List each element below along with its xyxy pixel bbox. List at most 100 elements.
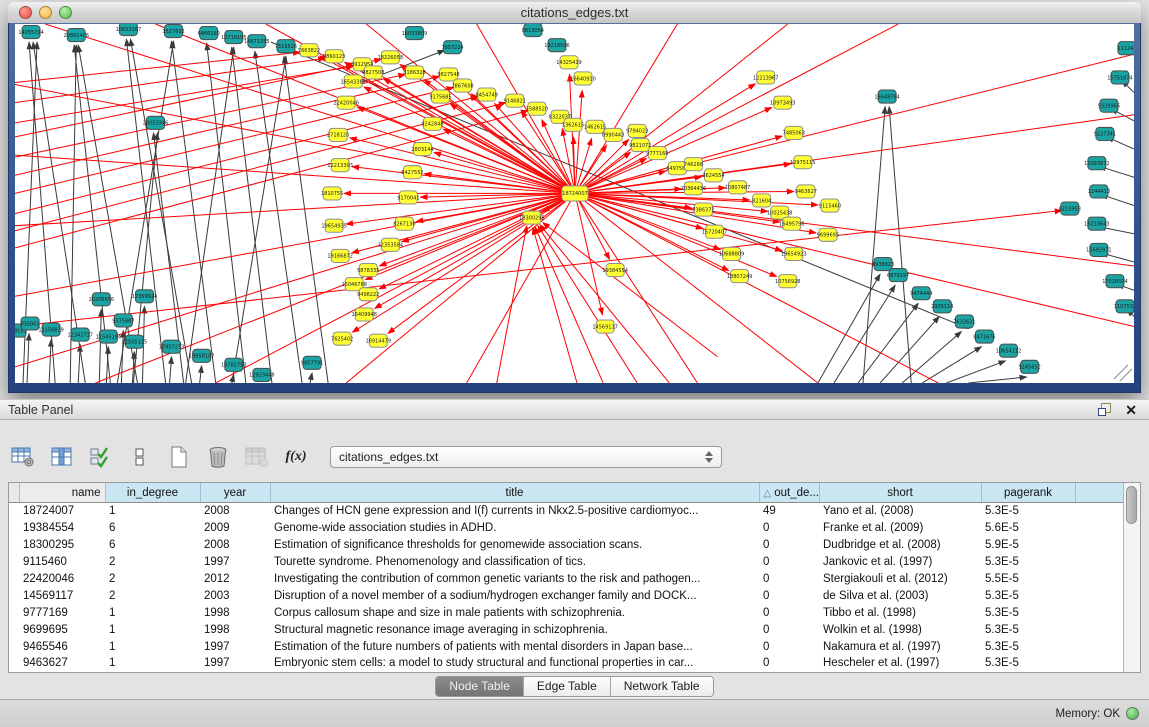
graph-node[interactable]: 16409948 xyxy=(352,308,377,321)
cell-year[interactable]: 2008 xyxy=(200,503,270,520)
cell-indegree[interactable]: 2 xyxy=(105,587,200,604)
graph-node[interactable]: 8990443 xyxy=(602,128,624,141)
close-panel-icon[interactable]: ✕ xyxy=(1125,403,1137,417)
graph-node[interactable]: 9115460 xyxy=(819,199,841,212)
graph-node[interactable]: 10653267 xyxy=(116,24,141,36)
cell-name[interactable]: 9115460 xyxy=(19,554,105,571)
graph-node[interactable]: 1244413 xyxy=(1088,185,1110,198)
column-header-year[interactable]: year xyxy=(200,483,270,503)
graph-node[interactable]: 2718120 xyxy=(327,128,349,141)
graph-node[interactable]: 19166872 xyxy=(327,249,352,262)
graph-node[interactable]: 1362615 xyxy=(562,118,584,131)
graph-node[interactable]: 10807487 xyxy=(725,181,750,194)
graph-node[interactable]: 7857224 xyxy=(441,41,463,54)
cell-pagerank[interactable]: 5.9E-5 xyxy=(981,537,1075,554)
graph-node[interactable]: 1527602 xyxy=(162,25,184,38)
graph-node[interactable]: 12975115 xyxy=(790,156,815,169)
graph-node[interactable]: 1588520 xyxy=(526,102,548,115)
graph-node[interactable]: 9375887 xyxy=(112,314,134,327)
graph-node[interactable]: 7515526 xyxy=(275,40,297,53)
graph-node[interactable]: 9170041 xyxy=(397,191,419,204)
graph-node[interactable]: 10719155 xyxy=(221,31,246,44)
cell-short[interactable]: Jankovic et al. (1997) xyxy=(819,554,981,571)
graph-node[interactable]: 8427552 xyxy=(401,166,423,179)
cell-pagerank[interactable]: 5.3E-5 xyxy=(981,503,1075,520)
graph-node[interactable]: 8471676 xyxy=(973,330,995,343)
scrollbar-thumb[interactable] xyxy=(1126,486,1137,524)
graph-node[interactable]: 5878335 xyxy=(357,264,379,277)
graph-node[interactable]: 9699695 xyxy=(817,228,839,241)
graph-node[interactable]: 18300295 xyxy=(519,211,544,224)
cell-title[interactable]: Changes of HCN gene expression and I(f) … xyxy=(270,503,759,520)
zoom-window-button[interactable] xyxy=(59,6,72,19)
cell-indegree[interactable]: 1 xyxy=(105,638,200,655)
graph-node[interactable]: 6879197 xyxy=(887,269,909,282)
graph-node[interactable]: 12213967 xyxy=(753,71,778,84)
graph-node[interactable]: 16495796 xyxy=(779,217,804,230)
cell-title[interactable]: Estimation of significance thresholds fo… xyxy=(270,537,759,554)
graph-node[interactable]: 7625402 xyxy=(331,332,353,345)
cell-pagerank[interactable]: 5.5E-5 xyxy=(981,571,1075,588)
tab-node-table[interactable]: Node Table xyxy=(436,677,524,696)
cell-indegree[interactable]: 1 xyxy=(105,503,200,520)
cell-outde[interactable]: 0 xyxy=(759,604,819,621)
cell-short[interactable]: Wolkin et al. (1998) xyxy=(819,621,981,638)
window-titlebar[interactable]: citations_edges.txt xyxy=(8,2,1141,24)
graph-node[interactable]: 8186328 xyxy=(403,66,425,79)
graph-node[interactable]: 12213393 xyxy=(327,159,352,172)
graph-node[interactable]: 9474444 xyxy=(910,287,932,300)
graph-node[interactable]: 15692971 xyxy=(1086,243,1111,256)
cell-year[interactable]: 1998 xyxy=(200,621,270,638)
graph-node[interactable]: 18226058 xyxy=(378,51,403,64)
cell-name[interactable]: 9465546 xyxy=(19,638,105,655)
graph-node[interactable]: 8454749 xyxy=(476,88,498,101)
cell-pagerank[interactable]: 5.3E-5 xyxy=(981,554,1075,571)
graph-node[interactable]: 14325419 xyxy=(556,56,581,69)
graph-node[interactable]: 2867608 xyxy=(451,79,473,92)
cell-pagerank[interactable]: 5.3E-5 xyxy=(981,655,1075,672)
cell-year[interactable]: 2003 xyxy=(200,587,270,604)
graph-node[interactable]: 7485063 xyxy=(783,126,805,139)
graph-node[interactable]: 8267130 xyxy=(393,217,415,230)
cell-short[interactable]: Hescheler et al. (1997) xyxy=(819,655,981,672)
graph-node[interactable]: 7663822 xyxy=(298,44,320,57)
cell-year[interactable]: 1997 xyxy=(200,638,270,655)
graph-node[interactable]: 14569117 xyxy=(592,320,617,333)
graph-node[interactable]: 17957273 xyxy=(159,340,184,353)
cell-name[interactable]: 18724007 xyxy=(19,503,105,520)
graph-node[interactable]: 935061 xyxy=(20,317,39,330)
graph-node[interactable]: 11156829 xyxy=(38,323,63,336)
graph-node[interactable]: 16914479 xyxy=(366,334,391,347)
cell-title[interactable]: Tourette syndrome. Phenomenology and cla… xyxy=(270,554,759,571)
table-selector-dropdown[interactable]: citations_edges.txt xyxy=(330,446,722,468)
graph-node[interactable]: 746266 xyxy=(684,158,703,171)
table-row[interactable]: 1872400712008Changes of HCN gene express… xyxy=(9,503,1123,520)
cell-short[interactable]: de Silva et al. (2003) xyxy=(819,587,981,604)
graph-node[interactable]: 20206556 xyxy=(89,293,114,306)
graph-node[interactable]: 2803144 xyxy=(411,142,433,155)
cell-outde[interactable]: 0 xyxy=(759,554,819,571)
graph-node[interactable]: 8813054 xyxy=(522,24,544,37)
cell-pagerank[interactable]: 5.3E-5 xyxy=(981,638,1075,655)
table-column-icon[interactable] xyxy=(49,445,75,469)
graph-node[interactable]: 10973493 xyxy=(770,96,795,109)
cell-outde[interactable]: 0 xyxy=(759,520,819,537)
cell-outde[interactable]: 0 xyxy=(759,587,819,604)
graph-node[interactable]: 1810755 xyxy=(321,187,343,200)
cell-indegree[interactable]: 6 xyxy=(105,520,200,537)
graph-node[interactable]: 9860123 xyxy=(323,50,345,63)
column-header-short[interactable]: short xyxy=(819,483,981,503)
table-settings-icon[interactable] xyxy=(10,445,36,469)
cell-name[interactable]: 9699695 xyxy=(19,621,105,638)
cell-pagerank[interactable]: 5.3E-5 xyxy=(981,587,1075,604)
cell-name[interactable]: 14569117 xyxy=(19,587,105,604)
cell-short[interactable]: Nakamura et al. (1997) xyxy=(819,638,981,655)
cell-short[interactable]: Yano et al. (2008) xyxy=(819,503,981,520)
graph-node[interactable]: 10688809 xyxy=(719,247,744,260)
table-row[interactable]: 969969511998Structural magnetic resonanc… xyxy=(9,621,1123,638)
graph-node[interactable]: 18807249 xyxy=(727,270,752,283)
graph-node[interactable]: 9821072 xyxy=(629,138,651,151)
trash-icon[interactable] xyxy=(205,445,231,469)
function-icon[interactable]: f(x) xyxy=(283,445,309,469)
cell-outde[interactable]: 49 xyxy=(759,503,819,520)
